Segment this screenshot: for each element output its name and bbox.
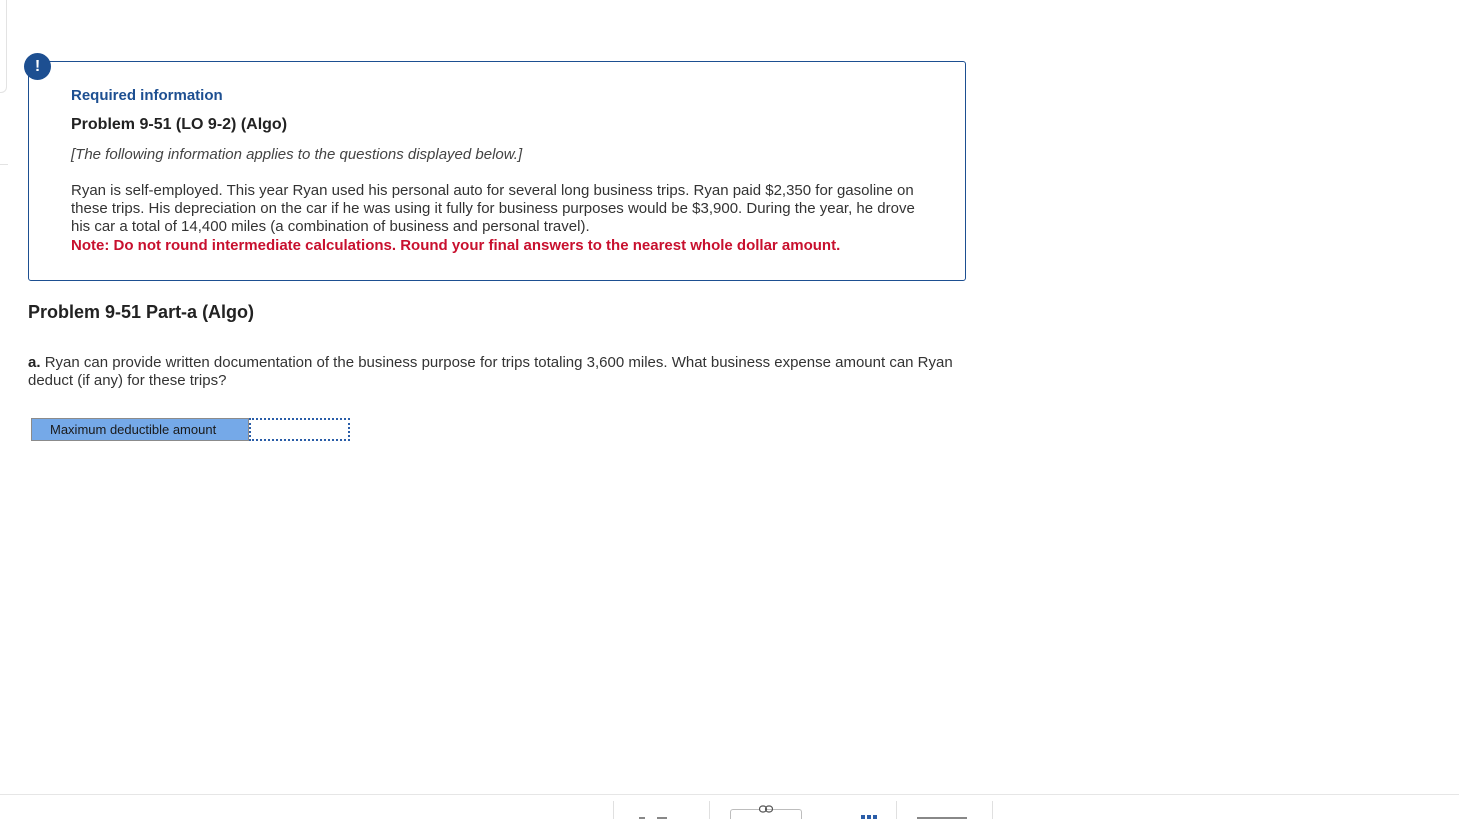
side-divider <box>0 164 8 165</box>
toolbar-divider <box>896 801 897 819</box>
toolbar-divider <box>709 801 710 819</box>
side-panel-edge <box>0 0 7 93</box>
applies-note: [The following information applies to th… <box>71 146 523 163</box>
required-information-title: Required information <box>71 87 223 104</box>
toolbar-divider <box>613 801 614 819</box>
page: ! Required information Problem 9-51 (LO … <box>0 0 1459 819</box>
problem-description: Ryan is self-employed. This year Ryan us… <box>71 182 915 235</box>
part-title: Problem 9-51 Part-a (Algo) <box>28 302 255 322</box>
rounding-note: Note: Do not round intermediate calculat… <box>71 237 841 254</box>
toolbar-divider <box>992 801 993 819</box>
problem-title: Problem 9-51 (LO 9-2) (Algo) <box>71 116 288 133</box>
grid-icon[interactable] <box>861 815 879 819</box>
answer-label: Maximum deductible amount <box>31 418 249 441</box>
question-prefix: a. <box>28 354 41 371</box>
maximum-deductible-amount-input[interactable] <box>249 418 350 441</box>
question-text: Ryan can provide written documentation o… <box>28 354 953 389</box>
link-button[interactable] <box>730 805 802 819</box>
question-a: a. Ryan can provide written documentatio… <box>28 354 968 390</box>
link-icon <box>759 805 773 813</box>
answer-row: Maximum deductible amount <box>31 418 350 441</box>
required-information-box: Required information Problem 9-51 (LO 9-… <box>28 61 966 281</box>
bottom-toolbar <box>0 794 1459 819</box>
alert-icon: ! <box>24 53 51 80</box>
